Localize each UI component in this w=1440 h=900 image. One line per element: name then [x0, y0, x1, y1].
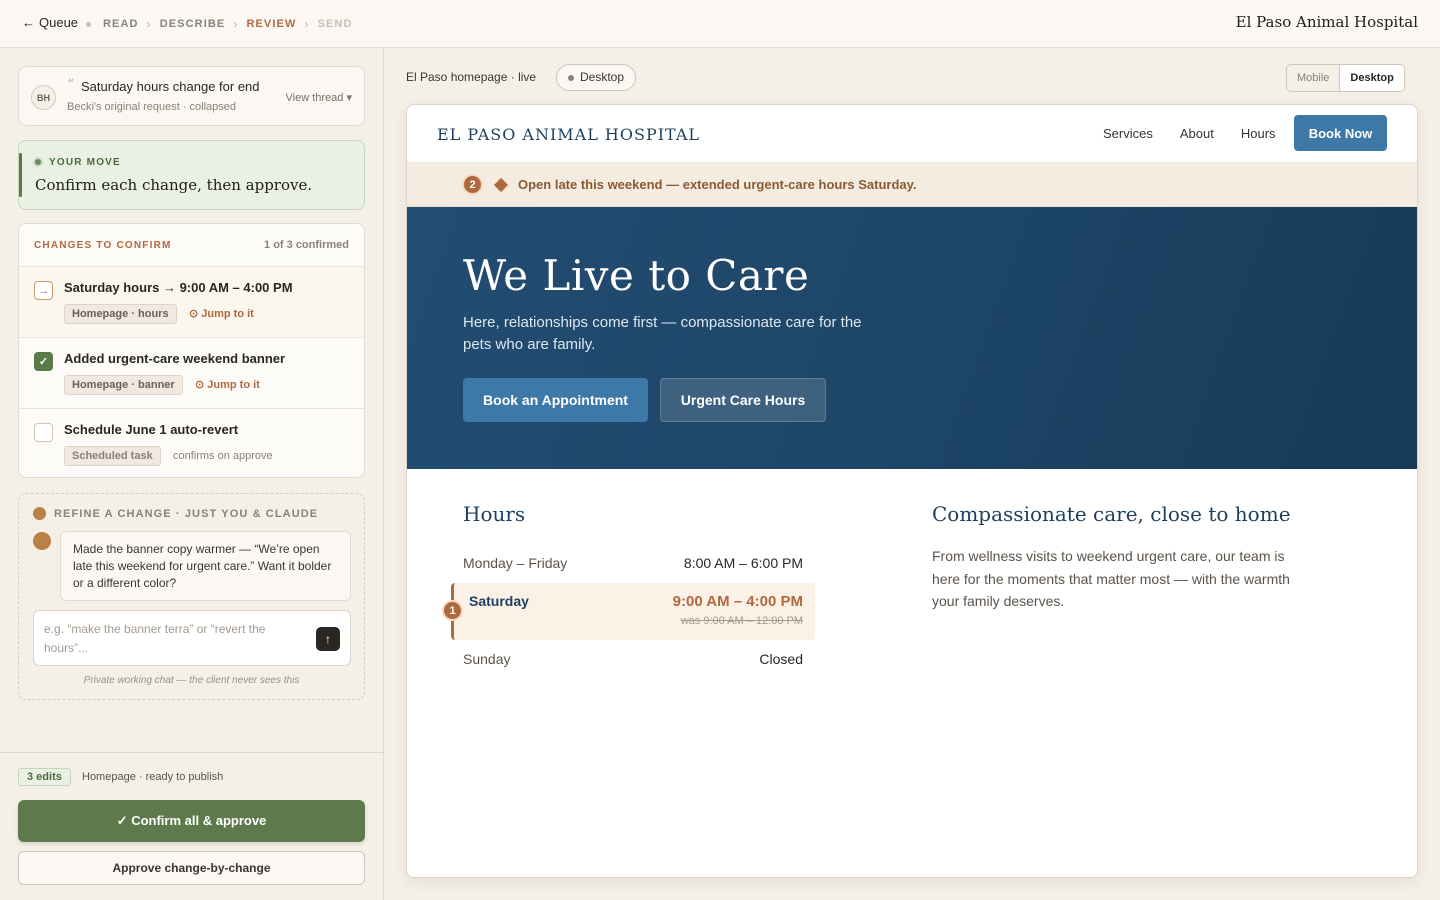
- change-title: Saturday hours → 9:00 AM – 4:00 PM: [64, 280, 293, 295]
- view-thread-link[interactable]: View thread ▾: [286, 91, 352, 104]
- queue-label: Queue: [39, 15, 79, 30]
- changes-card: CHANGES TO CONFIRM 1 of 3 confirmed → Sa…: [18, 223, 365, 478]
- change-item[interactable]: → Saturday hours → 9:00 AM – 4:00 PM Hom…: [19, 267, 364, 338]
- chat-input-box: ↑: [33, 610, 351, 666]
- change-item[interactable]: ✓ Added urgent-care weekend banner Homep…: [19, 338, 364, 409]
- hours-time: Closed: [759, 651, 803, 667]
- hours-row-saturday: Saturday 9:00 AM – 4:00 PM was 9:00 AM –…: [451, 583, 815, 640]
- changes-header: CHANGES TO CONFIRM 1 of 3 confirmed: [19, 224, 364, 267]
- chevron-right-icon: ›: [233, 17, 239, 31]
- jump-to-link[interactable]: ⊙ Jump to it: [195, 378, 260, 391]
- edits-status: Homepage · ready to publish: [82, 771, 224, 783]
- arrow-left-icon: ←: [22, 15, 35, 30]
- jump-to-link[interactable]: ⊙ Jump to it: [189, 307, 254, 320]
- thread-subtitle: Becki's original request · collapsed: [67, 101, 237, 113]
- nav-services[interactable]: Services: [1103, 126, 1153, 141]
- urgent-care-banner: 2 Open late this weekend — extended urge…: [407, 163, 1417, 207]
- claude-avatar: [33, 532, 51, 550]
- site-nav: EL PASO ANIMAL HOSPITAL Services About H…: [407, 105, 1417, 163]
- claude-dot-icon: [33, 507, 46, 520]
- care-text: From wellness visits to weekend urgent c…: [932, 548, 1290, 609]
- hero-section: We Live to Care Here, relationships come…: [407, 207, 1417, 469]
- hours-time-new: 9:00 AM – 4:00 PM: [672, 593, 803, 610]
- location-tag: Scheduled task: [64, 446, 161, 466]
- device-pill: Desktop: [556, 64, 637, 91]
- hero-title: We Live to Care: [463, 251, 810, 300]
- nav-about[interactable]: About: [1180, 126, 1214, 141]
- thread-summary-card: BH “ Saturday hours change for end Becki…: [18, 66, 365, 126]
- location-tag: Homepage · hours: [64, 304, 177, 324]
- confirmed-checkbox[interactable]: ✓: [34, 352, 53, 371]
- refine-chat-panel: REFINE A CHANGE · JUST YOU & CLAUDE Made…: [18, 493, 365, 700]
- refine-title: REFINE A CHANGE · JUST YOU & CLAUDE: [54, 508, 319, 520]
- site-nav-links: Services About Hours: [1103, 126, 1303, 141]
- confirms-note: confirms on approve: [173, 450, 273, 462]
- top-bar: ← Queue READ › DESCRIBE › REVIEW › SEND …: [0, 0, 1440, 48]
- step-describe[interactable]: DESCRIBE: [160, 18, 226, 30]
- device-toggle: Mobile Desktop: [1286, 64, 1405, 92]
- diamond-icon: [493, 177, 509, 193]
- checkmark-icon: ✓: [38, 356, 49, 368]
- hours-time-old: was 9:00 AM – 12:00 PM: [680, 615, 803, 627]
- location-tag: Homepage · banner: [64, 375, 183, 395]
- preview-label: El Paso homepage · live: [406, 70, 537, 84]
- your-move-label: YOUR MOVE: [49, 157, 121, 168]
- care-heading: Compassionate care, close to home: [932, 502, 1291, 526]
- your-move-card: YOUR MOVE Confirm each change, then appr…: [18, 140, 365, 210]
- site-preview: EL PASO ANIMAL HOSPITAL Services About H…: [406, 104, 1418, 878]
- thread-title: Saturday hours change for end: [81, 79, 260, 94]
- changes-count: 1 of 3 confirmed: [264, 239, 349, 251]
- urgent-care-hours-button[interactable]: Urgent Care Hours: [660, 378, 826, 422]
- approval-footer: 3 edits Homepage · ready to publish ✓ Co…: [0, 752, 383, 900]
- accent-bar: [19, 153, 22, 197]
- chevron-right-icon: ›: [146, 17, 152, 31]
- step-read[interactable]: READ: [103, 18, 139, 30]
- unchecked-checkbox[interactable]: [34, 423, 53, 442]
- pending-arrow-checkbox[interactable]: →: [34, 281, 53, 300]
- status-dot-icon: [33, 157, 43, 167]
- book-appointment-button[interactable]: Book an Appointment: [463, 378, 648, 422]
- hours-day: Saturday: [469, 593, 529, 609]
- chevron-right-icon: ›: [304, 17, 310, 31]
- avatar: BH: [31, 85, 56, 110]
- step-send: SEND: [317, 18, 353, 30]
- send-button[interactable]: ↑: [316, 627, 340, 651]
- desktop-toggle[interactable]: Desktop: [1340, 65, 1404, 91]
- step-review[interactable]: REVIEW: [246, 18, 296, 30]
- client-brand-title: El Paso Animal Hospital: [1235, 13, 1418, 31]
- confirm-all-approve-button[interactable]: ✓ Confirm all & approve: [18, 800, 365, 842]
- changes-title: CHANGES TO CONFIRM: [34, 240, 172, 251]
- your-move-text: Confirm each change, then approve.: [35, 176, 313, 194]
- hours-row-sunday: Sunday Closed: [463, 651, 803, 667]
- banner-text: Open late this weekend — extended urgent…: [518, 177, 917, 192]
- change-title: Schedule June 1 auto-revert: [64, 422, 239, 437]
- arrow-right-icon: →: [38, 284, 49, 297]
- edits-count-badge: 3 edits: [18, 768, 71, 786]
- approve-change-by-change-button[interactable]: Approve change-by-change: [18, 851, 365, 885]
- hours-heading: Hours: [463, 502, 526, 526]
- hero-subtitle: Here, relationships come first — compass…: [463, 314, 862, 353]
- change-item[interactable]: Schedule June 1 auto-revert Scheduled ta…: [19, 409, 364, 477]
- hours-row-weekdays: Monday – Friday 8:00 AM – 6:00 PM: [463, 555, 803, 571]
- sidebar: BH “ Saturday hours change for end Becki…: [0, 48, 384, 900]
- arrow-up-icon: ↑: [325, 632, 331, 646]
- back-to-queue-link[interactable]: ← Queue: [22, 15, 78, 30]
- quote-icon: “: [67, 77, 75, 93]
- hours-day: Sunday: [463, 651, 511, 667]
- change-marker-1[interactable]: 1: [442, 600, 463, 621]
- step-dot-icon: [86, 21, 91, 27]
- chat-message: Made the banner copy warmer — “We’re ope…: [60, 531, 351, 601]
- hours-time: 8:00 AM – 6:00 PM: [683, 555, 803, 571]
- private-note: Private working chat — the client never …: [83, 675, 300, 686]
- nav-hours[interactable]: Hours: [1241, 126, 1276, 141]
- hours-day: Monday – Friday: [463, 555, 568, 571]
- chat-input[interactable]: [44, 620, 306, 660]
- change-marker-2[interactable]: 2: [462, 174, 483, 195]
- site-logo[interactable]: EL PASO ANIMAL HOSPITAL: [437, 125, 700, 144]
- mobile-toggle[interactable]: Mobile: [1287, 65, 1341, 91]
- workflow-steps: READ › DESCRIBE › REVIEW › SEND: [86, 17, 353, 31]
- book-now-button[interactable]: Book Now: [1294, 115, 1387, 151]
- change-title: Added urgent-care weekend banner: [64, 351, 286, 366]
